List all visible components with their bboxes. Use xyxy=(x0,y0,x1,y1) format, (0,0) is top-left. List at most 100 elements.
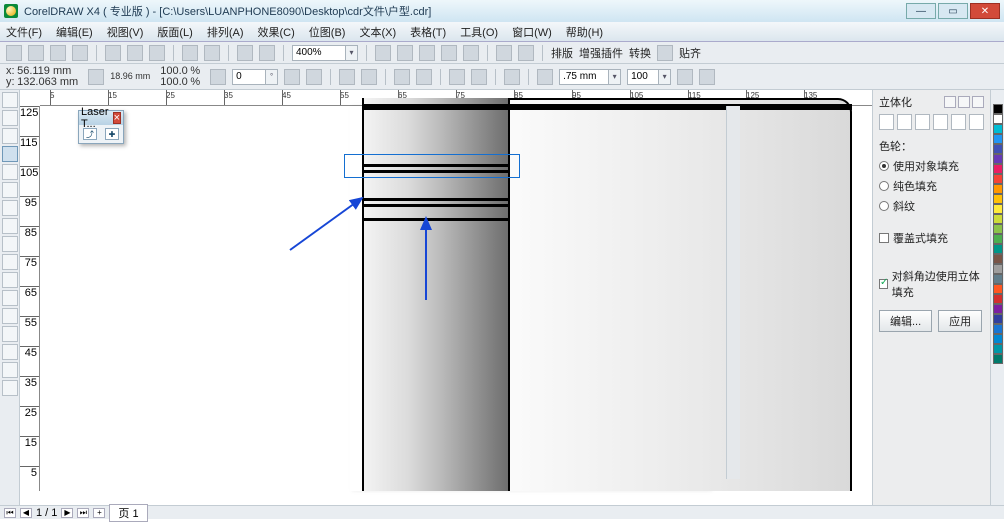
color-swatch[interactable] xyxy=(993,244,1003,254)
paste-icon[interactable] xyxy=(149,45,165,61)
menu-help[interactable]: 帮助(H) xyxy=(566,24,603,40)
last-page-icon[interactable]: ⏭ xyxy=(77,508,89,518)
export-icon[interactable] xyxy=(259,45,275,61)
order-front-icon[interactable] xyxy=(394,69,410,85)
preset-2-icon[interactable] xyxy=(897,114,912,130)
print-icon[interactable] xyxy=(72,45,88,61)
ungroup-icon[interactable] xyxy=(471,69,487,85)
color-swatch[interactable] xyxy=(993,154,1003,164)
group-icon[interactable] xyxy=(449,69,465,85)
preset-4-icon[interactable] xyxy=(933,114,948,130)
basic-shapes-icon[interactable] xyxy=(2,254,18,270)
polygon-tool-icon[interactable] xyxy=(2,236,18,252)
outline-width-input[interactable]: .75 mm xyxy=(559,69,609,85)
opt-use-object-fill[interactable]: 使用对象填充 xyxy=(879,158,984,174)
shape-tool-icon[interactable] xyxy=(2,110,18,126)
menu-bitmap[interactable]: 位图(B) xyxy=(309,24,346,40)
grid-icon[interactable] xyxy=(518,45,534,61)
color-swatch[interactable] xyxy=(993,264,1003,274)
next-page-icon[interactable]: ▶ xyxy=(61,508,73,518)
preset-5-icon[interactable] xyxy=(951,114,966,130)
import-icon[interactable] xyxy=(237,45,253,61)
color-swatch[interactable] xyxy=(993,314,1003,324)
copies-dropdown-icon[interactable]: ▾ xyxy=(659,69,671,85)
color-swatch[interactable] xyxy=(993,224,1003,234)
snap-icon[interactable] xyxy=(496,45,512,61)
rotate-input[interactable]: 0 xyxy=(232,69,266,85)
apply-button[interactable]: 应用 xyxy=(938,310,982,332)
menu-edit[interactable]: 编辑(E) xyxy=(56,24,93,40)
pick-tool-icon[interactable] xyxy=(2,92,18,108)
close-button[interactable]: ✕ xyxy=(970,3,1000,19)
color-swatch[interactable] xyxy=(993,274,1003,284)
color-swatch[interactable] xyxy=(993,134,1003,144)
outline-pen-icon[interactable] xyxy=(537,69,553,85)
tb-label-4[interactable]: 贴齐 xyxy=(679,45,701,61)
menu-view[interactable]: 视图(V) xyxy=(107,24,144,40)
maximize-button[interactable]: ▭ xyxy=(938,3,968,19)
add-page-icon[interactable]: + xyxy=(93,508,105,518)
zoom-tool-icon[interactable] xyxy=(2,146,18,162)
zoom-out-icon[interactable] xyxy=(397,45,413,61)
open-icon[interactable] xyxy=(28,45,44,61)
align-icon[interactable] xyxy=(339,69,355,85)
preset-3-icon[interactable] xyxy=(915,114,930,130)
color-swatch[interactable] xyxy=(993,214,1003,224)
lock-ratio-icon[interactable] xyxy=(210,69,226,85)
smart-fill-icon[interactable] xyxy=(2,182,18,198)
laser-close-icon[interactable]: × xyxy=(113,112,121,124)
color-swatch[interactable] xyxy=(993,294,1003,304)
color-swatch[interactable] xyxy=(993,334,1003,344)
interactive-fill-icon[interactable] xyxy=(2,380,18,396)
laser-tool-1-icon[interactable]: ⤴ xyxy=(83,128,97,140)
lock-pos-icon[interactable] xyxy=(88,69,104,85)
undo-icon[interactable] xyxy=(182,45,198,61)
preset-6-icon[interactable] xyxy=(969,114,984,130)
order-back-icon[interactable] xyxy=(416,69,432,85)
eyedropper-icon[interactable] xyxy=(2,326,18,342)
laser-title-bar[interactable]: Laser T... × xyxy=(79,111,123,125)
mirror-h-icon[interactable] xyxy=(284,69,300,85)
selection-marquee[interactable] xyxy=(344,154,520,178)
outline-tool-icon[interactable] xyxy=(2,344,18,360)
color-swatch[interactable] xyxy=(993,194,1003,204)
menu-window[interactable]: 窗口(W) xyxy=(512,24,552,40)
menu-layout[interactable]: 版面(L) xyxy=(157,24,192,40)
canvas[interactable]: Laser T... × ⤴ ✚ xyxy=(40,106,872,491)
options-icon[interactable] xyxy=(657,45,673,61)
color-swatch[interactable] xyxy=(993,184,1003,194)
tb-label-3[interactable]: 转换 xyxy=(629,45,651,61)
scale-y[interactable]: 100.0 xyxy=(160,76,188,88)
copy-icon[interactable] xyxy=(127,45,143,61)
redo-icon[interactable] xyxy=(204,45,220,61)
opt-drape-fill[interactable]: 覆盖式填充 xyxy=(879,230,984,246)
opt-bevel-fill[interactable]: 对斜角边使用立体填充 xyxy=(879,268,984,300)
color-swatch[interactable] xyxy=(993,344,1003,354)
mirror-v-icon[interactable] xyxy=(306,69,322,85)
first-page-icon[interactable]: ⏮ xyxy=(4,508,16,518)
docker-close-icon[interactable] xyxy=(972,96,984,108)
menu-text[interactable]: 文本(X) xyxy=(359,24,396,40)
distribute-icon[interactable] xyxy=(361,69,377,85)
color-swatch[interactable] xyxy=(993,164,1003,174)
laser-tools-palette[interactable]: Laser T... × ⤴ ✚ xyxy=(78,110,124,144)
zoom-in-icon[interactable] xyxy=(375,45,391,61)
ellipse-tool-icon[interactable] xyxy=(2,218,18,234)
docker-pin-icon[interactable] xyxy=(958,96,970,108)
zoom-sel-icon[interactable] xyxy=(463,45,479,61)
opt-solid-fill[interactable]: 纯色填充 xyxy=(879,178,984,194)
fill-tool-icon[interactable] xyxy=(2,362,18,378)
opt-shade[interactable]: 斜纹 xyxy=(879,198,984,214)
color-swatch[interactable] xyxy=(993,174,1003,184)
zoom-page-icon[interactable] xyxy=(419,45,435,61)
color-swatch[interactable] xyxy=(993,304,1003,314)
prev-page-icon[interactable]: ◀ xyxy=(20,508,32,518)
rectangle-tool-icon[interactable] xyxy=(2,200,18,216)
zoom-input[interactable]: 400% xyxy=(292,45,346,61)
color-swatch[interactable] xyxy=(993,284,1003,294)
color-swatch[interactable] xyxy=(993,204,1003,214)
color-swatch[interactable] xyxy=(993,354,1003,364)
extra-icon-2[interactable] xyxy=(699,69,715,85)
cut-icon[interactable] xyxy=(105,45,121,61)
menu-arrange[interactable]: 排列(A) xyxy=(207,24,244,40)
